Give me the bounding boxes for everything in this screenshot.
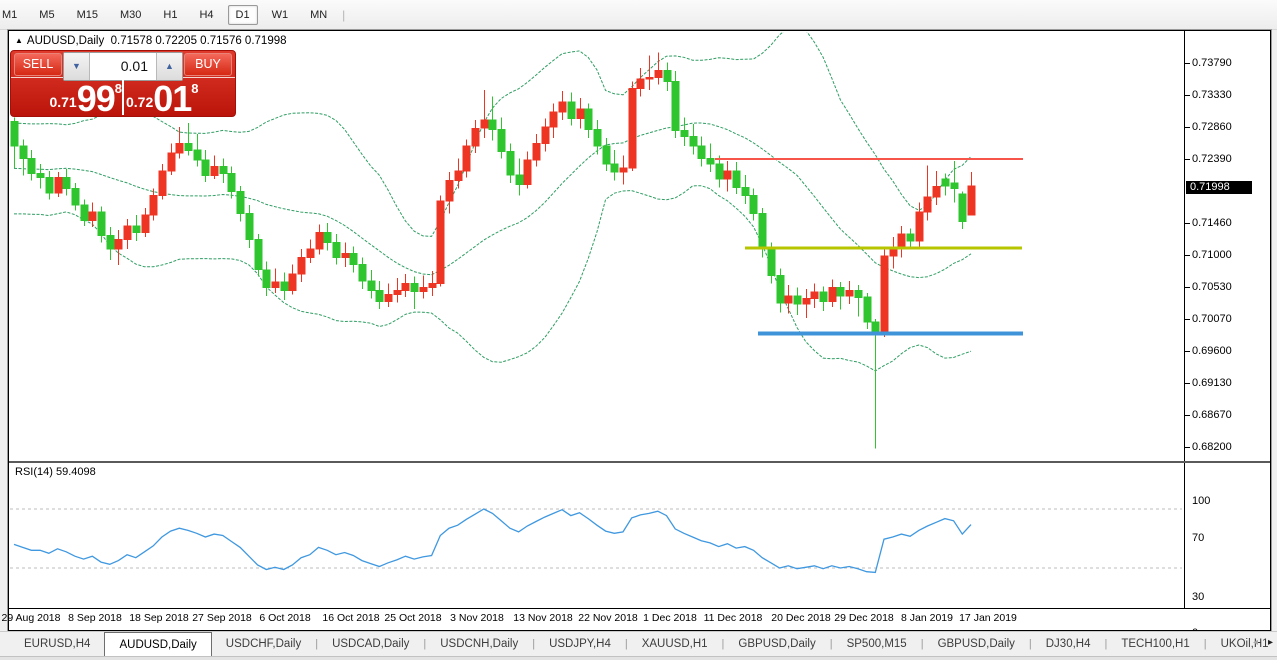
- sell-button[interactable]: SELL: [14, 53, 62, 76]
- price-tick: 0.70070: [1185, 313, 1232, 325]
- timeframe-button-m15[interactable]: M15: [69, 5, 106, 25]
- date-label: 11 Dec 2018: [703, 612, 763, 624]
- pane-divider[interactable]: [9, 461, 1270, 463]
- date-label: 8 Sep 2018: [68, 612, 122, 624]
- sell-price-big: 99: [76, 78, 116, 119]
- date-label: 16 Oct 2018: [322, 612, 380, 624]
- date-label: 29 Dec 2018: [834, 612, 894, 624]
- tab-tech100-h1[interactable]: TECH100,H1: [1107, 632, 1203, 657]
- rsi-pane: [10, 508, 1182, 574]
- sell-price[interactable]: 0.71998: [11, 78, 122, 119]
- timeframe-button-d1[interactable]: D1: [227, 4, 258, 25]
- date-label: 17 Jan 2019: [959, 612, 1017, 624]
- tab-gbpusd-daily[interactable]: GBPUSD,Daily: [724, 632, 829, 657]
- price-tick: 0.73330: [1185, 89, 1232, 101]
- lot-size-input[interactable]: 0.01: [90, 53, 156, 80]
- price-tick: 0.69130: [1185, 377, 1232, 389]
- date-label: 27 Sep 2018: [192, 612, 252, 624]
- rsi-indicator-label: RSI(14) 59.4098: [15, 466, 96, 478]
- current-price-badge: 0.71998: [1186, 181, 1252, 194]
- price-tick: 0.68670: [1185, 409, 1232, 421]
- toolbar-separator: |: [342, 7, 346, 22]
- status-bar: [0, 656, 1277, 660]
- buy-price[interactable]: 0.72018: [124, 78, 235, 119]
- tab-audusd-daily[interactable]: AUDUSD,Daily: [104, 632, 212, 657]
- chart-symbol-label: AUDUSD,Daily: [26, 35, 105, 47]
- date-label: 22 Nov 2018: [578, 612, 638, 624]
- tab-scroll-right-icon[interactable]: ▸: [1268, 637, 1273, 648]
- timeframe-button-m30[interactable]: M30: [112, 5, 149, 25]
- timeframe-button-mn[interactable]: MN: [302, 5, 335, 25]
- date-label: 25 Oct 2018: [384, 612, 442, 624]
- date-label: 8 Jan 2019: [901, 612, 953, 624]
- timeframe-button-m1[interactable]: M1: [0, 5, 25, 25]
- tab-usdcad-daily[interactable]: USDCAD,Daily: [318, 632, 423, 657]
- chart-ohlc-values: 0.71578 0.72205 0.71576 0.71998: [110, 35, 287, 47]
- chart-shift-icon: ▲: [15, 36, 23, 45]
- price-tick: 0.68200: [1185, 441, 1232, 453]
- tab-scroll-left-icon[interactable]: ◂: [1253, 637, 1258, 648]
- timeframe-button-h1[interactable]: H1: [155, 5, 185, 25]
- rsi-tick: 30: [1192, 591, 1205, 603]
- tab-gbpusd-daily[interactable]: GBPUSD,Daily: [924, 632, 1029, 657]
- lot-increase-button[interactable]: ▲: [156, 53, 182, 80]
- date-label: 18 Sep 2018: [129, 612, 189, 624]
- price-tick: 0.72860: [1185, 121, 1232, 133]
- sell-price-small: 0.71: [49, 94, 77, 110]
- buy-price-sup: 8: [191, 81, 199, 96]
- tab-xauusd-h1[interactable]: XAUUSD,H1: [628, 632, 722, 657]
- price-tick: 0.69600: [1185, 345, 1232, 357]
- sell-price-sup: 8: [114, 81, 122, 96]
- buy-button[interactable]: BUY: [184, 53, 232, 76]
- tab-eurusd-h4[interactable]: EURUSD,H4: [10, 632, 104, 657]
- chart-window: ▲ AUDUSD,Daily 0.71578 0.72205 0.71576 0.…: [2, 30, 1271, 639]
- price-tick: 0.71000: [1185, 249, 1232, 261]
- rsi-line: [13, 508, 972, 574]
- buy-price-small: 0.72: [126, 94, 154, 110]
- tab-usdchf-daily[interactable]: USDCHF,Daily: [212, 632, 315, 657]
- date-label: 20 Dec 2018: [771, 612, 831, 624]
- timeframe-button-m5[interactable]: M5: [31, 5, 62, 25]
- chart-tab-bar: EURUSD,H4 AUDUSD,Daily USDCHF,Daily | USDCAD…: [0, 631, 1277, 657]
- rsi-tick: 100: [1192, 495, 1211, 507]
- tab-usdcnh-daily[interactable]: USDCNH,Daily: [426, 632, 532, 657]
- lot-decrease-button[interactable]: ▼: [64, 53, 90, 80]
- date-label: 6 Oct 2018: [259, 612, 311, 624]
- timeframe-toolbar: M1 M5 M15 M30 H1 H4 D1 W1 MN |: [0, 0, 1277, 30]
- price-tick: 0.71460: [1185, 217, 1232, 229]
- lot-size-stepper: ▼ 0.01 ▲: [63, 52, 183, 81]
- tab-dj30-h4[interactable]: DJ30,H4: [1032, 632, 1105, 657]
- price-tick: 0.72390: [1185, 153, 1232, 165]
- timeframe-button-w1[interactable]: W1: [264, 5, 297, 25]
- one-click-trade-panel: SELL ▼ 0.01 ▲ BUY 0.71998 0.72018: [10, 50, 236, 119]
- price-tick: 0.73790: [1185, 57, 1232, 69]
- chart-title: ▲ AUDUSD,Daily 0.71578 0.72205 0.71576 0.…: [15, 35, 287, 47]
- tab-scroll-arrows: ◂ ▸: [1253, 631, 1273, 656]
- rsi-tick: 70: [1192, 532, 1205, 544]
- tab-sp500-m15[interactable]: SP500,M15: [833, 632, 921, 657]
- date-label: 13 Nov 2018: [513, 612, 573, 624]
- date-label: 3 Nov 2018: [450, 612, 504, 624]
- timeframe-button-h4[interactable]: H4: [191, 5, 221, 25]
- chart-canvas[interactable]: [9, 31, 1270, 630]
- rsi-bottom-divider: [9, 608, 1270, 609]
- price-tick: 0.70530: [1185, 281, 1232, 293]
- tab-usdjpy-h4[interactable]: USDJPY,H4: [535, 632, 625, 657]
- buy-price-big: 01: [153, 78, 192, 119]
- date-label: 29 Aug 2018: [1, 612, 61, 624]
- date-label: 1 Dec 2018: [643, 612, 697, 624]
